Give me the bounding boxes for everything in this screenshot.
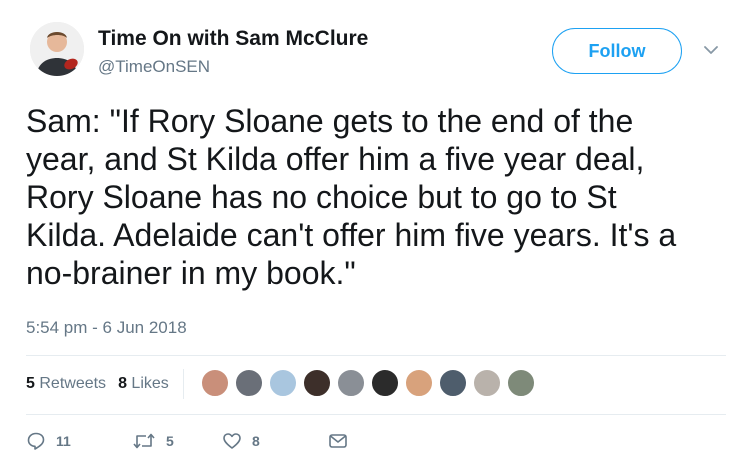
liker-avatar[interactable] bbox=[269, 369, 297, 397]
reply-icon bbox=[26, 431, 46, 451]
like-button[interactable]: 8 bbox=[222, 431, 302, 451]
liker-avatar[interactable] bbox=[201, 369, 229, 397]
tweet-stats: 5 Retweets 8 Likes bbox=[26, 369, 196, 399]
author-handle[interactable]: @TimeOnSEN bbox=[98, 57, 210, 77]
retweet-count: 5 bbox=[166, 433, 174, 449]
liker-avatars bbox=[201, 369, 541, 397]
likes-count: 8 bbox=[118, 375, 127, 392]
tweet-text-line: Sam: "If Rory Sloane gets to the end of … bbox=[26, 103, 634, 139]
tweet-text-line: no-brainer in my book." bbox=[26, 255, 356, 291]
likes-stat[interactable]: 8 Likes bbox=[118, 375, 169, 393]
liker-avatar[interactable] bbox=[507, 369, 535, 397]
liker-avatar[interactable] bbox=[303, 369, 331, 397]
stats-separator bbox=[182, 369, 184, 399]
tweet-text-line: Rory Sloane has no choice but to go to S… bbox=[26, 179, 617, 215]
retweet-button[interactable]: 5 bbox=[132, 431, 212, 451]
heart-icon bbox=[222, 431, 242, 451]
retweet-icon bbox=[132, 431, 156, 451]
liker-avatar[interactable] bbox=[235, 369, 263, 397]
liker-avatar[interactable] bbox=[337, 369, 365, 397]
tweet-text-line: Kilda. Adelaide can't offer him five yea… bbox=[26, 217, 677, 253]
retweets-label: Retweets bbox=[39, 375, 107, 392]
direct-message-button[interactable] bbox=[328, 432, 348, 450]
author-avatar[interactable] bbox=[30, 22, 84, 76]
likes-label: Likes bbox=[131, 375, 169, 392]
divider bbox=[26, 414, 726, 415]
like-count: 8 bbox=[252, 433, 260, 449]
reply-count: 11 bbox=[56, 433, 71, 449]
avatar-image bbox=[30, 22, 84, 76]
divider bbox=[26, 355, 726, 356]
follow-button[interactable]: Follow bbox=[552, 28, 682, 74]
retweets-stat[interactable]: 5 Retweets bbox=[26, 375, 106, 393]
retweets-count: 5 bbox=[26, 375, 35, 392]
liker-avatar[interactable] bbox=[405, 369, 433, 397]
tweet-timestamp[interactable]: 5:54 pm - 6 Jun 2018 bbox=[26, 318, 187, 338]
message-icon bbox=[328, 432, 348, 450]
reply-button[interactable]: 11 bbox=[26, 431, 96, 451]
liker-avatar[interactable] bbox=[439, 369, 467, 397]
chevron-down-icon[interactable] bbox=[701, 40, 721, 60]
tweet-actions: 11 5 8 bbox=[26, 429, 348, 453]
liker-avatar[interactable] bbox=[473, 369, 501, 397]
author-name[interactable]: Time On with Sam McClure bbox=[98, 27, 368, 51]
tweet-header: Time On with Sam McClure @TimeOnSEN Foll… bbox=[0, 0, 746, 100]
tweet-text-line: year, and St Kilda offer him a five year… bbox=[26, 141, 645, 177]
tweet-text: Sam: "If Rory Sloane gets to the end of … bbox=[26, 102, 726, 292]
liker-avatar[interactable] bbox=[371, 369, 399, 397]
